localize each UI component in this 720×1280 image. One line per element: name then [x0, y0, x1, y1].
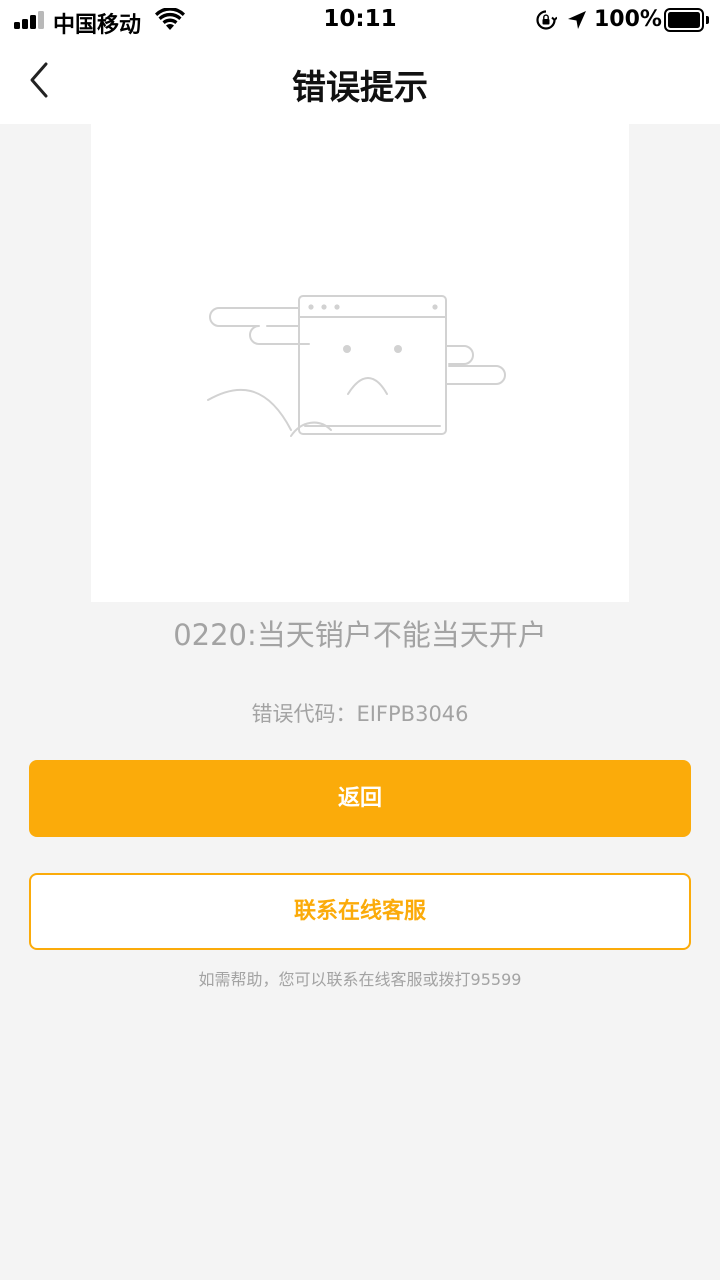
return-button[interactable]: 返回: [29, 760, 691, 837]
navigation-bar: 错误提示: [0, 40, 720, 124]
rotation-lock-icon: [536, 10, 557, 30]
error-code-value: EIFPB3046: [356, 702, 469, 726]
status-bar: 中国移动 10:11 100%: [0, 0, 720, 40]
contact-online-service-button[interactable]: 联系在线客服: [29, 873, 691, 950]
battery-icon: [664, 8, 710, 32]
error-code-label: 错误代码：: [251, 702, 357, 726]
error-illustration-card: [91, 124, 629, 602]
location-arrow-icon: [568, 11, 586, 29]
error-code: 错误代码：EIFPB3046: [0, 698, 720, 728]
error-message: 0220:当天销户不能当天开户: [173, 618, 547, 652]
sad-browser-window-illustration: [207, 295, 506, 437]
help-text: 如需帮助，您可以联系在线客服或拨打95599: [198, 970, 522, 989]
page-title: 错误提示: [292, 68, 428, 108]
battery-percent: 100%: [594, 7, 662, 32]
